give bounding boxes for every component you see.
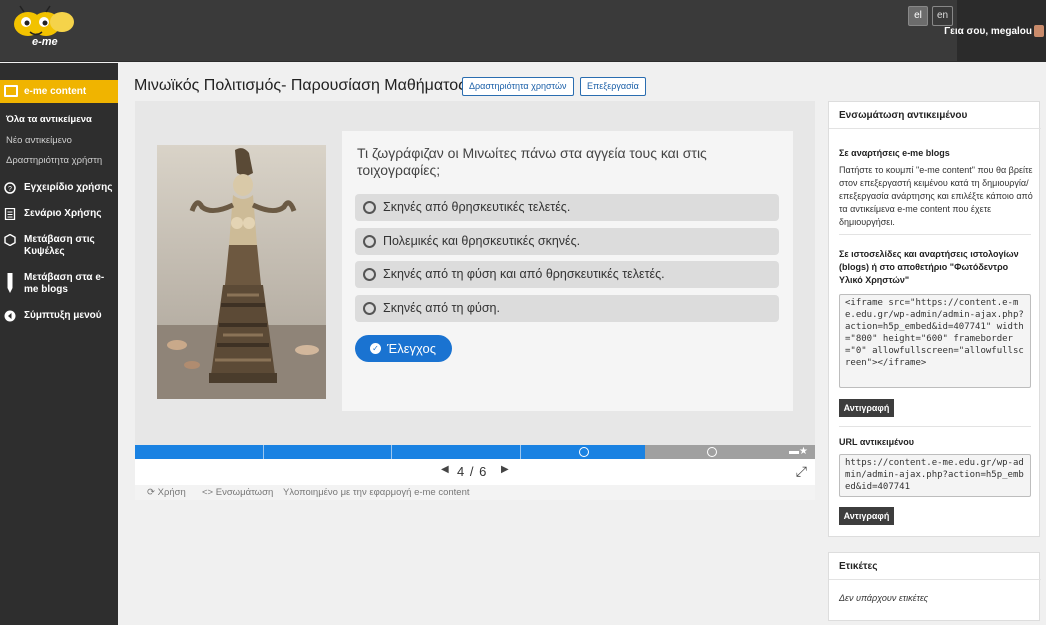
reuse-label: Χρήση — [157, 487, 186, 498]
radio-icon — [363, 268, 376, 281]
hexagon-icon — [4, 233, 16, 247]
divider — [829, 128, 1041, 129]
content-footer: ⟳ Χρήση <> Ενσωμάτωση Υλοποιημένο με την… — [135, 485, 815, 500]
help-icon: ? — [4, 182, 16, 194]
user-activity-button[interactable]: Δραστηριότητα χρηστών — [462, 77, 574, 96]
answer-label: Πολεμικές και θρησκευτικές σκηνές. — [383, 234, 581, 248]
answer-label: Σκηνές από θρησκευτικές τελετές. — [383, 200, 571, 214]
sidebar-item-user-manual[interactable]: Εγχειρίδιο χρήσης — [24, 182, 116, 194]
question-text: Τι ζωγράφιζαν οι Μινωίτες πάνω στα αγγεί… — [357, 145, 707, 178]
blogs-instructions: Πατήστε το κουμπί "e-me content" που θα … — [839, 165, 1033, 227]
avatar[interactable] — [1034, 25, 1044, 37]
tags-panel: Ετικέτες Δεν υπάρχουν ετικέτες — [828, 552, 1041, 621]
slide-counter: 4 / 6 — [457, 464, 488, 479]
sidebar-item-collapse-menu[interactable]: Σύμπτυξη μενού — [24, 310, 116, 322]
check-circle-icon: ✓ — [370, 343, 381, 354]
tags-panel-title: Ετικέτες — [839, 561, 878, 572]
divider — [839, 426, 1031, 427]
language-en-button[interactable]: en — [932, 6, 954, 26]
copy-url-button[interactable]: Αντιγραφή — [839, 507, 894, 525]
reuse-button[interactable]: ⟳ Χρήση — [147, 485, 186, 500]
user-greeting[interactable]: Γεια σου, megalou — [944, 26, 1032, 37]
divider — [829, 579, 1041, 580]
previous-slide-icon[interactable]: ◀ — [441, 464, 449, 475]
answer-option-1[interactable]: Σκηνές από θρησκευτικές τελετές. — [355, 194, 779, 221]
sidebar-item-scenario[interactable]: Σενάριο Χρήσης — [24, 208, 116, 220]
edit-button[interactable]: Επεξεργασία — [580, 77, 646, 96]
collapse-icon — [4, 310, 16, 322]
summary-star-icon[interactable]: ▬★ — [789, 446, 808, 458]
iframe-code-field[interactable]: <iframe src="https://content.e-me.edu.gr… — [839, 294, 1031, 388]
svg-text:?: ? — [8, 186, 12, 193]
radio-icon — [363, 302, 376, 315]
pencil-icon — [4, 272, 16, 294]
sidebar-subitem-new-object[interactable]: Νέο αντικείμενο — [6, 135, 72, 146]
sidebar-item-hives[interactable]: Μετάβαση στις Κυψέλες — [24, 234, 116, 258]
answer-option-4[interactable]: Σκηνές από τη φύση. — [355, 295, 779, 322]
answer-label: Σκηνές από τη φύση. — [383, 301, 500, 315]
snake-goddess-image — [157, 145, 326, 399]
progress-question-marker[interactable] — [579, 447, 589, 457]
slide-navigation: ◀ 4 / 6 ▶ ⤢ — [135, 459, 815, 485]
check-button-label: Έλεγχος — [387, 341, 436, 356]
check-button[interactable]: ✓ Έλεγχος — [355, 335, 452, 362]
embed-panel: Ενσωμάτωση αντικειμένου Σε αναρτήσεις e-… — [828, 101, 1041, 537]
question-panel: Τι ζωγράφιζαν οι Μινωίτες πάνω στα αγγεί… — [342, 131, 793, 411]
logo-text: e-me — [32, 36, 58, 48]
radio-icon — [363, 235, 376, 248]
sidebar-item-e-me-content[interactable]: e-me content — [0, 80, 118, 103]
sites-heading: Σε ιστοσελίδες και αναρτήσεις ιστολογίων… — [839, 249, 1019, 285]
progress-bar: ▬★ — [135, 445, 815, 459]
content-list-icon — [4, 85, 18, 97]
embed-panel-title: Ενσωμάτωση αντικειμένου — [839, 110, 968, 121]
top-bar: e-me el en Γεια σου, megalou — [0, 0, 1046, 62]
no-tags-text: Δεν υπάρχουν ετικέτες — [839, 593, 929, 603]
sidebar: e-me content Όλα τα αντικείμενα Νέο αντι… — [0, 63, 118, 625]
e-me-logo[interactable] — [6, 4, 78, 58]
progress-fill — [135, 445, 645, 459]
progress-divider — [520, 445, 521, 459]
document-icon — [4, 207, 16, 221]
progress-divider — [391, 445, 392, 459]
copy-iframe-button[interactable]: Αντιγραφή — [839, 399, 894, 417]
progress-question-marker[interactable] — [707, 447, 717, 457]
user-menu[interactable]: Γεια σου, megalou — [944, 0, 1046, 62]
page-title: Μινωϊκός Πολιτισμός- Παρουσίαση Μαθήματο… — [134, 77, 466, 94]
progress-divider — [263, 445, 264, 459]
answer-option-2[interactable]: Πολεμικές και θρησκευτικές σκηνές. — [355, 228, 779, 255]
sidebar-item-blogs[interactable]: Μετάβαση στα e-me blogs — [24, 272, 116, 296]
blogs-heading: Σε αναρτήσεις e-me blogs — [839, 148, 950, 158]
url-heading: URL αντικειμένου — [839, 437, 914, 447]
reuse-icon: ⟳ — [147, 487, 158, 498]
sidebar-subitem-user-activity[interactable]: Δραστηριότητα χρήστη — [6, 155, 102, 166]
radio-icon — [363, 201, 376, 214]
content-viewer: Τι ζωγράφιζαν οι Μινωίτες πάνω στα αγγεί… — [135, 101, 815, 500]
url-code-field[interactable]: https://content.e-me.edu.gr/wp-admin/adm… — [839, 454, 1031, 497]
divider — [839, 234, 1031, 235]
sidebar-subitem-all-objects[interactable]: Όλα τα αντικείμενα — [6, 114, 92, 125]
answer-option-3[interactable]: Σκηνές από τη φύση και από θρησκευτικές … — [355, 261, 779, 288]
fullscreen-icon[interactable]: ⤢ — [796, 463, 807, 480]
next-slide-icon[interactable]: ▶ — [501, 464, 509, 475]
embed-button[interactable]: <> Ενσωμάτωση — [202, 485, 273, 500]
answer-label: Σκηνές από τη φύση και από θρησκευτικές … — [383, 267, 665, 281]
language-el-button[interactable]: el — [908, 6, 928, 26]
powered-by-text: Υλοποιημένο με την εφαρμογή e-me content — [283, 487, 470, 498]
sidebar-item-label: e-me content — [24, 86, 87, 97]
